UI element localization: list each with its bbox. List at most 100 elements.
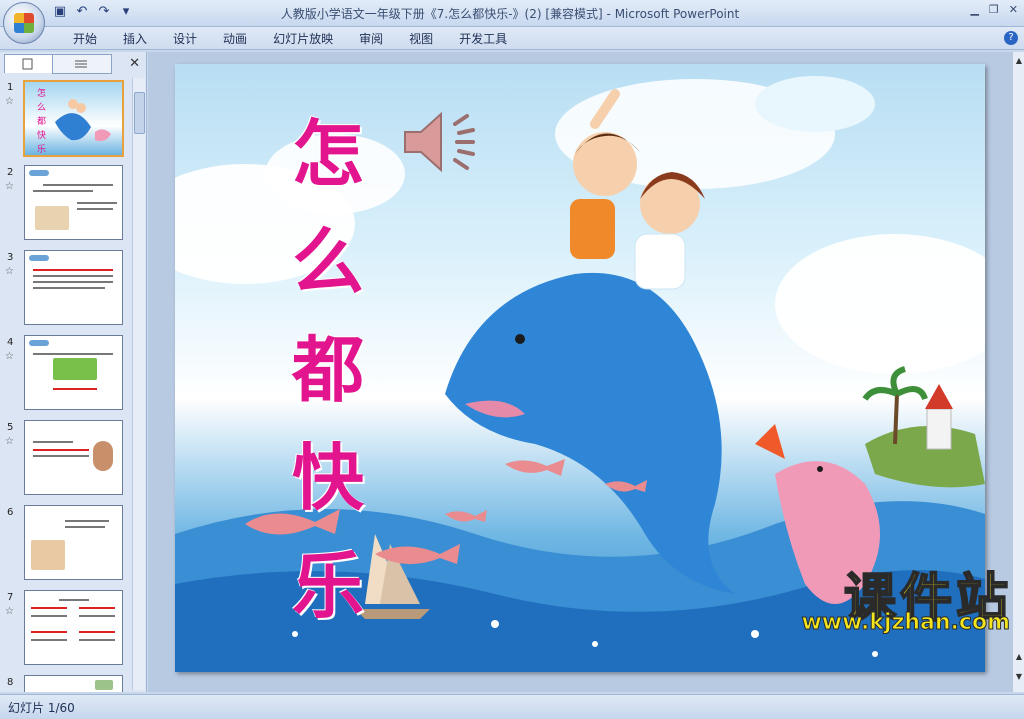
thumbnail-row[interactable]: 7 ☆ bbox=[0, 590, 132, 668]
svg-text:么: 么 bbox=[37, 102, 46, 113]
thumb-text-line bbox=[31, 631, 67, 633]
title-char: 乐 bbox=[291, 543, 364, 628]
slide-thumbnail[interactable] bbox=[24, 335, 123, 410]
thumb-text-line bbox=[33, 449, 89, 451]
thumb-text-line bbox=[43, 184, 113, 186]
animation-star-icon: ☆ bbox=[5, 96, 14, 107]
thumbnail-list: 1 ☆ 怎 么 都 快 乐 2 ☆ 3 ☆ 4 ☆ 5 ☆ 6 7 ☆ 8 bbox=[0, 78, 132, 692]
thumbnail-row[interactable]: 8 bbox=[0, 675, 132, 692]
minimize-button[interactable]: ▁ bbox=[970, 3, 978, 16]
thumb-picture bbox=[53, 358, 97, 380]
thumbnail-row[interactable]: 4 ☆ bbox=[0, 335, 132, 413]
window-controls: ▁ ❐ ✕ bbox=[970, 3, 1018, 16]
thumb-text-line bbox=[79, 631, 115, 633]
slide-1-preview: 怎 么 都 快 乐 bbox=[37, 87, 111, 155]
speaker-icon[interactable] bbox=[401, 108, 491, 178]
svg-text:乐: 乐 bbox=[37, 143, 46, 155]
tab-design[interactable]: 设计 bbox=[160, 30, 210, 47]
title-char: 快 bbox=[291, 435, 364, 520]
ribbon-tabs: 开始 插入 设计 动画 幻灯片放映 审阅 视图 开发工具 ? bbox=[0, 27, 1024, 50]
tab-review[interactable]: 审阅 bbox=[346, 30, 396, 47]
thumb-picture bbox=[95, 680, 113, 690]
thumb-picture bbox=[93, 441, 113, 471]
thumb-text-line bbox=[33, 190, 93, 192]
title-char: 都 bbox=[291, 327, 364, 412]
tab-insert[interactable]: 插入 bbox=[110, 30, 160, 47]
thumbnail-row[interactable]: 6 bbox=[0, 505, 132, 583]
thumb-text-line bbox=[65, 526, 105, 528]
save-icon[interactable]: ▣ bbox=[52, 4, 68, 20]
slide-indicator: 幻灯片 1/60 bbox=[8, 701, 75, 715]
thumb-text-line bbox=[33, 281, 113, 283]
slide-thumbnail[interactable] bbox=[24, 250, 123, 325]
slide-title: 怎 么 都 快 乐 bbox=[283, 100, 373, 640]
office-button-icon bbox=[14, 13, 34, 33]
undo-icon[interactable]: ↶ bbox=[74, 4, 90, 20]
scroll-up-icon[interactable]: ▲ bbox=[1014, 56, 1024, 65]
animation-star-icon: ☆ bbox=[5, 266, 14, 277]
thumbnail-row[interactable]: 5 ☆ bbox=[0, 420, 132, 498]
status-bar: 幻灯片 1/60 bbox=[0, 694, 1024, 719]
title-char: 么 bbox=[291, 219, 364, 304]
thumb-text-line bbox=[65, 520, 109, 522]
thumb-text-line bbox=[79, 615, 115, 617]
slide-thumbnail[interactable] bbox=[24, 675, 123, 692]
slide-thumbnail[interactable] bbox=[24, 165, 123, 240]
redo-icon[interactable]: ↷ bbox=[96, 4, 112, 20]
thumb-text-line bbox=[31, 639, 67, 641]
thumb-text-line bbox=[59, 599, 89, 601]
thumb-text-line bbox=[77, 202, 117, 204]
tab-view[interactable]: 视图 bbox=[396, 30, 446, 47]
svg-text:怎: 怎 bbox=[37, 87, 46, 99]
thumbnail-number: 1 bbox=[7, 82, 14, 93]
slide-thumbnail[interactable] bbox=[24, 420, 123, 495]
thumb-text-line bbox=[33, 441, 73, 443]
thumbnail-row[interactable]: 2 ☆ bbox=[0, 165, 132, 243]
svg-text:都: 都 bbox=[37, 116, 46, 127]
thumb-text-line bbox=[33, 287, 105, 289]
thumbnail-row[interactable]: 3 ☆ bbox=[0, 250, 132, 328]
thumbnail-row[interactable]: 1 ☆ 怎 么 都 快 乐 bbox=[0, 80, 132, 158]
thumb-text-line bbox=[31, 607, 67, 609]
next-slide-icon[interactable]: ▼ bbox=[1014, 672, 1024, 681]
watermark-url: www.kjzhan.com bbox=[801, 610, 1011, 636]
slide-thumbnail[interactable] bbox=[24, 505, 123, 580]
slide-thumbnail[interactable] bbox=[24, 590, 123, 665]
customize-qat-icon[interactable]: ▾ bbox=[118, 4, 134, 20]
thumb-text-line bbox=[33, 353, 113, 355]
animation-star-icon: ☆ bbox=[5, 351, 14, 362]
thumbnail-scrollbar[interactable] bbox=[132, 78, 145, 690]
close-icon[interactable]: ✕ bbox=[129, 56, 140, 71]
animation-star-icon: ☆ bbox=[5, 436, 14, 447]
thumbnail-number: 2 bbox=[7, 167, 14, 178]
outline-tab-icon bbox=[75, 60, 87, 68]
slides-panel: ✕ 1 ☆ 怎 么 都 快 乐 2 ☆ 3 ☆ 4 ☆ 5 ☆ 6 7 ☆ 8 bbox=[0, 52, 147, 692]
tab-outline[interactable] bbox=[52, 54, 112, 74]
close-window-button[interactable]: ✕ bbox=[1009, 3, 1018, 16]
thumb-text-line bbox=[31, 615, 67, 617]
thumbnail-number: 4 bbox=[7, 337, 14, 348]
animation-star-icon: ☆ bbox=[5, 606, 14, 617]
office-button[interactable] bbox=[3, 2, 45, 44]
thumb-text-line bbox=[33, 275, 113, 277]
tab-animations[interactable]: 动画 bbox=[210, 30, 260, 47]
tab-slideshow[interactable]: 幻灯片放映 bbox=[260, 30, 346, 47]
prev-slide-icon[interactable]: ▲ bbox=[1014, 652, 1024, 661]
help-icon[interactable]: ? bbox=[1004, 31, 1018, 45]
slide-thumbnail[interactable]: 怎 么 都 快 乐 bbox=[23, 80, 124, 157]
panel-tabs: ✕ bbox=[2, 54, 144, 74]
tab-developer[interactable]: 开发工具 bbox=[446, 30, 520, 47]
scrollbar-thumb[interactable] bbox=[134, 92, 145, 134]
editor-scrollbar[interactable]: ▲ ▲ ▼ bbox=[1012, 52, 1024, 692]
svg-text:快: 快 bbox=[37, 129, 46, 141]
animation-star-icon: ☆ bbox=[5, 181, 14, 192]
thumbnail-number: 3 bbox=[7, 252, 14, 263]
restore-button[interactable]: ❐ bbox=[989, 3, 999, 16]
thumbnail-number: 5 bbox=[7, 422, 14, 433]
thumb-text-line bbox=[33, 269, 113, 271]
thumbnail-number: 8 bbox=[7, 677, 14, 688]
thumb-picture bbox=[31, 540, 65, 570]
tab-slides[interactable] bbox=[4, 54, 54, 73]
tab-home[interactable]: 开始 bbox=[60, 30, 110, 47]
thumb-text-line bbox=[77, 208, 113, 210]
